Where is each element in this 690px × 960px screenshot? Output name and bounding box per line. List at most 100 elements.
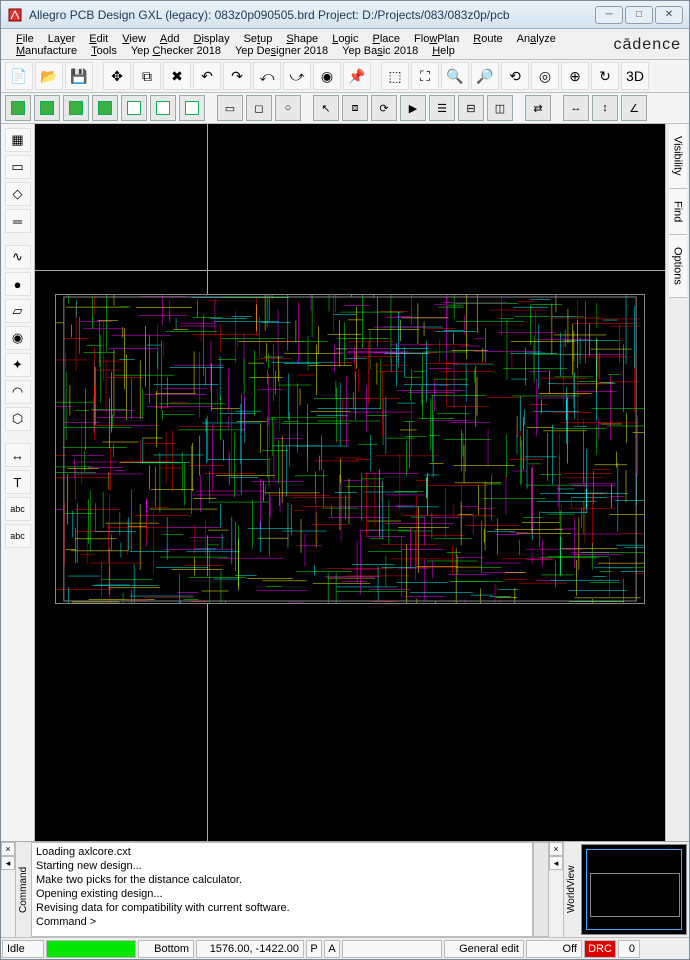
status-drc[interactable]: DRC	[584, 940, 616, 958]
3d-button[interactable]: 3D	[621, 62, 649, 90]
marker-button[interactable]: ◉	[313, 62, 341, 90]
pcb-board	[55, 294, 645, 604]
undo-button[interactable]: ↶	[193, 62, 221, 90]
maximize-button[interactable]: □	[625, 6, 653, 24]
left-res-button[interactable]: ═	[5, 209, 31, 233]
dim-v-button[interactable]: ↕	[592, 95, 618, 121]
new-button[interactable]: 📄	[5, 62, 33, 90]
left-abc2-button[interactable]: abc	[5, 524, 31, 548]
zoom-window-button[interactable]: ⬚	[381, 62, 409, 90]
unrat-all-button[interactable]	[121, 95, 147, 121]
zoom-center-button[interactable]: ⊕	[561, 62, 589, 90]
pin-button[interactable]: 📌	[343, 62, 371, 90]
worldview-close-icon[interactable]: ×	[549, 842, 563, 856]
circle-button[interactable]: ○	[275, 95, 301, 121]
area-button[interactable]: ◻	[246, 95, 272, 121]
console-side-buttons: × ◂	[1, 842, 15, 937]
cursor-button[interactable]: ↖	[313, 95, 339, 121]
dim-ang-button[interactable]: ∠	[621, 95, 647, 121]
console-label: Command	[15, 842, 31, 937]
left-arc-button[interactable]: ◠	[5, 380, 31, 404]
menu-yep-basic-2018[interactable]: Yep Basic 2018	[335, 43, 425, 59]
copy-button[interactable]: ⧉	[133, 62, 161, 90]
undo2-button[interactable]: ⤺	[253, 62, 281, 90]
sub-button[interactable]: ⊟	[458, 95, 484, 121]
layers-button[interactable]: ☰	[429, 95, 455, 121]
repeat-button[interactable]: ⟳	[371, 95, 397, 121]
zoom-fit-button[interactable]: ⛶	[411, 62, 439, 90]
status-mode: Idle	[2, 940, 44, 958]
save-button[interactable]: 💾	[65, 62, 93, 90]
rat-off-button[interactable]	[92, 95, 118, 121]
dim-h-button[interactable]: ↔	[563, 95, 589, 121]
workarea: ▦ ▭ ◇ ═ ∿ ● ▱ ◉ ✦ ◠ ⬡ ↔ Tabc abc VisibilityFindOption…	[1, 124, 689, 841]
titlebar: Allegro PCB Design GXL (legacy): 083z0p0…	[1, 1, 689, 29]
left-poly-button[interactable]: ⬡	[5, 407, 31, 431]
rat-all-button[interactable]	[5, 95, 31, 121]
left-trace-button[interactable]: ∿	[5, 245, 31, 269]
tab-find[interactable]: Find	[669, 189, 687, 235]
zoom-sel-button[interactable]: ◎	[531, 62, 559, 90]
crosshair-horizontal	[35, 270, 665, 271]
swap-button[interactable]: ⇄	[525, 95, 551, 121]
left-comp-button[interactable]: ▦	[5, 128, 31, 152]
menu-manufacture[interactable]: Manufacture	[9, 43, 84, 59]
status-layer[interactable]: Bottom	[138, 940, 194, 958]
minimize-button[interactable]: ─	[595, 6, 623, 24]
worldview-canvas[interactable]	[581, 844, 687, 935]
left-shape-button[interactable]: ▱	[5, 299, 31, 323]
status-spacer	[342, 940, 442, 958]
left-ic-button[interactable]: ▭	[5, 155, 31, 179]
menubar: FileLayerEditViewAddDisplaySetupShapeLog…	[1, 29, 689, 60]
redo-button[interactable]: ↷	[223, 62, 251, 90]
menu-analyze[interactable]: Analyze	[510, 31, 563, 47]
menu-yep-checker-2018[interactable]: Yep Checker 2018	[124, 43, 228, 59]
menu-route[interactable]: Route	[466, 31, 509, 47]
tab-visibility[interactable]: Visibility	[669, 124, 687, 189]
console-left-icon[interactable]: ◂	[1, 856, 15, 870]
zoom-out-button[interactable]: 🔎	[471, 62, 499, 90]
menu-yep-designer-2018[interactable]: Yep Designer 2018	[228, 43, 335, 59]
sel-button[interactable]: ▭	[217, 95, 243, 121]
canvas-area	[35, 124, 665, 841]
rat-comp-button[interactable]	[34, 95, 60, 121]
toolbar-main: 📄📂💾 ✥⧉✖↶↷⤺⤻◉📌 ⬚⛶🔍🔎⟲◎⊕↻3D	[1, 60, 689, 93]
design-canvas[interactable]	[35, 124, 665, 841]
console-scrollbar[interactable]	[533, 842, 549, 937]
status-a[interactable]: A	[324, 940, 340, 958]
toolbar-secondary: ▭◻○ ↖⧈⟳▶☰⊟◫ ⇄ ↔↕∠	[1, 93, 689, 124]
console-close-icon[interactable]: ×	[1, 842, 15, 856]
refresh-button[interactable]: ↻	[591, 62, 619, 90]
close-button[interactable]: ✕	[655, 6, 683, 24]
status-app-mode[interactable]: General edit	[444, 940, 524, 958]
menu-tools[interactable]: Tools	[84, 43, 124, 59]
status-p[interactable]: P	[306, 940, 322, 958]
tab-options[interactable]: Options	[669, 235, 687, 298]
menu-help[interactable]: Help	[425, 43, 462, 59]
left-flash-button[interactable]: ✦	[5, 353, 31, 377]
console-text[interactable]: Loading axlcore.cxtStarting new design..…	[31, 842, 533, 937]
move-button[interactable]: ✥	[103, 62, 131, 90]
go-button[interactable]: ▶	[400, 95, 426, 121]
worldview-left-icon[interactable]: ◂	[549, 856, 563, 870]
status-progress	[46, 940, 136, 958]
left-pad-button[interactable]: ◉	[5, 326, 31, 350]
left-via-button[interactable]: ●	[5, 272, 31, 296]
open-button[interactable]: 📂	[35, 62, 63, 90]
worldview-panel: × ◂ WorldView	[549, 842, 689, 937]
rat-net-button[interactable]	[63, 95, 89, 121]
status-grid[interactable]: Off	[526, 940, 582, 958]
zoom-prev-button[interactable]: ⟲	[501, 62, 529, 90]
left-dim-button[interactable]: ↔	[5, 443, 31, 467]
redo2-button[interactable]: ⤻	[283, 62, 311, 90]
window-buttons: ─ □ ✕	[595, 6, 683, 24]
unrat-comp-button[interactable]	[150, 95, 176, 121]
left-abc-button[interactable]: abc	[5, 497, 31, 521]
left-text-button[interactable]: T	[5, 470, 31, 494]
group-button[interactable]: ⧈	[342, 95, 368, 121]
shadow-button[interactable]: ◫	[487, 95, 513, 121]
zoom-in-button[interactable]: 🔍	[441, 62, 469, 90]
unrat-net-button[interactable]	[179, 95, 205, 121]
left-sot-button[interactable]: ◇	[5, 182, 31, 206]
delete-button[interactable]: ✖	[163, 62, 191, 90]
